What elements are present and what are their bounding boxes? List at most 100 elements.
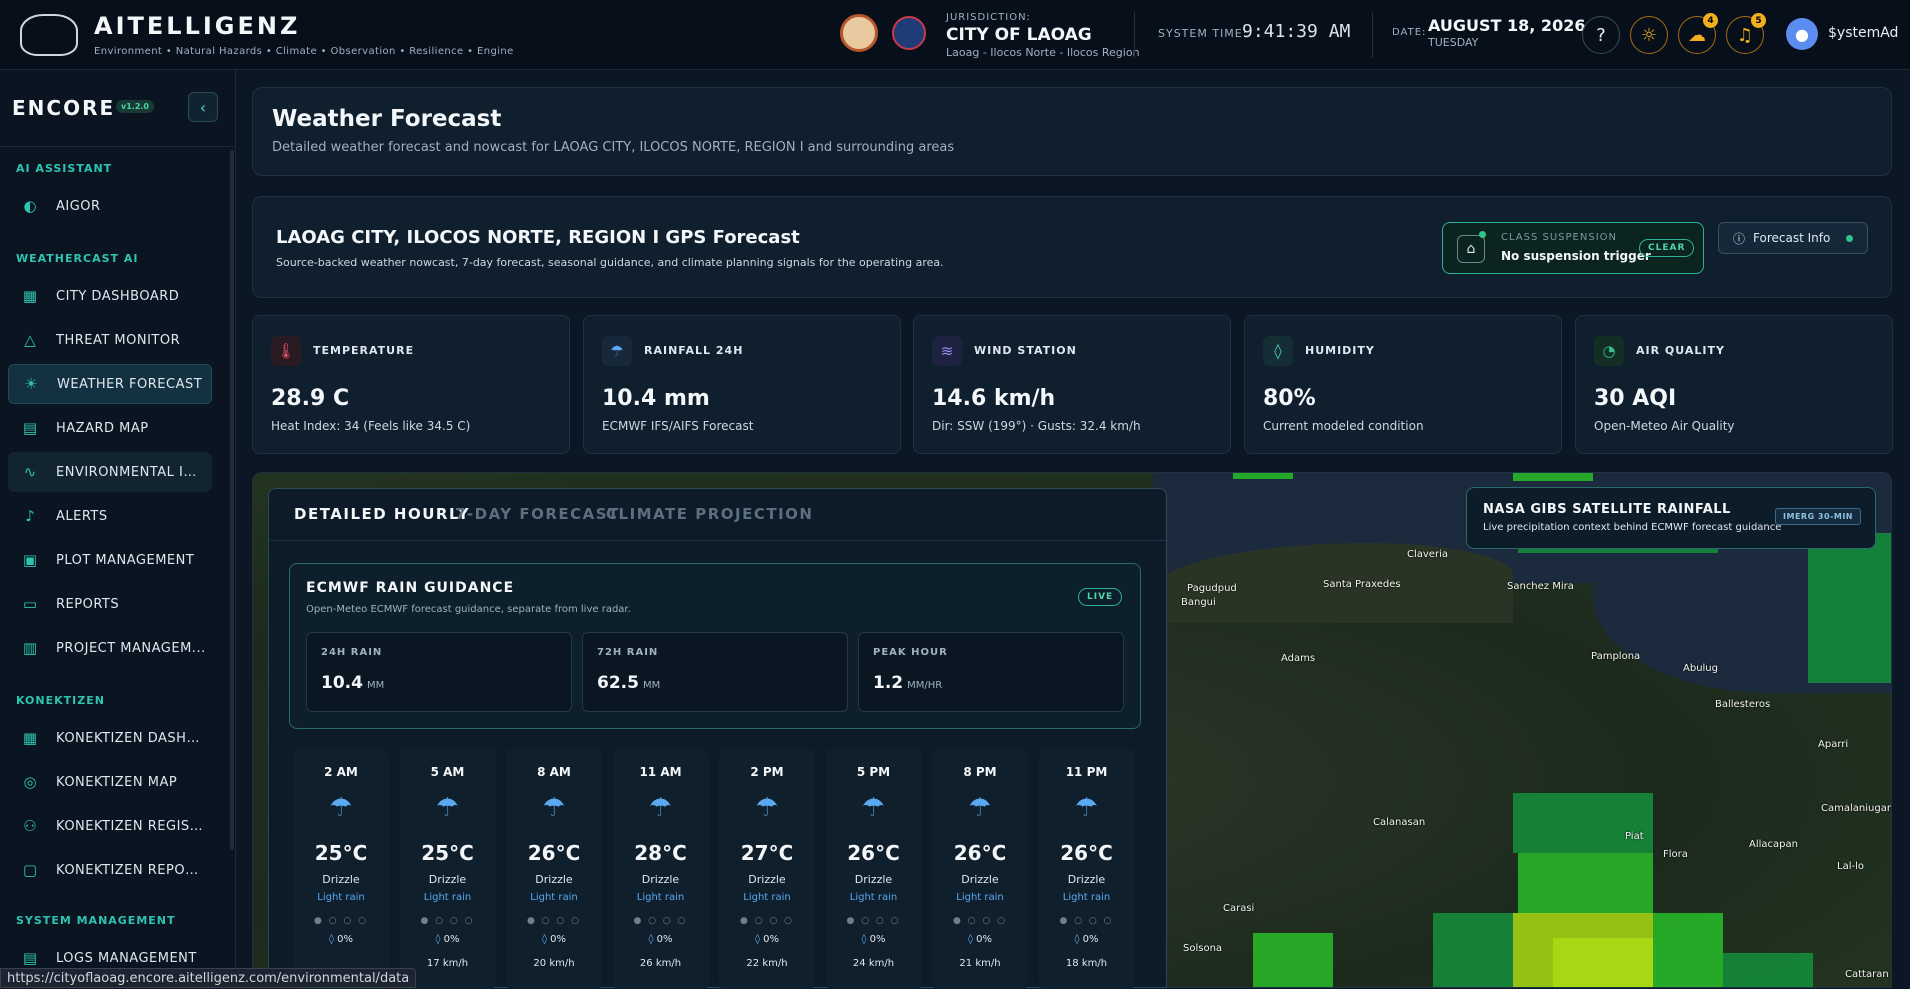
message-icon: ▢: [22, 861, 38, 879]
satellite-rainfall-card: NASA GIBS SATELLITE RAINFALL Live precip…: [1466, 487, 1876, 549]
map-label: Abulug: [1683, 663, 1718, 674]
hour-precip-prob: ◊ 0%: [755, 934, 779, 945]
sidebar-item-konektizen-registry[interactable]: ⚇ KONEKTIZEN REGIST...: [8, 806, 212, 846]
sidebar-item-city-dashboard[interactable]: ▦ CITY DASHBOARD: [8, 276, 212, 316]
map-label: Santa Praxedes: [1323, 579, 1401, 590]
sidebar-item-plot-management[interactable]: ▣ PLOT MANAGEMENT: [8, 540, 212, 580]
collapse-sidebar-button[interactable]: ‹: [188, 92, 218, 122]
user-name[interactable]: $ystemAd: [1828, 25, 1898, 41]
thermometer-icon: 🌡: [271, 336, 301, 366]
section-title: AI ASSISTANT: [16, 162, 113, 175]
droplet-icon: ◊: [1263, 336, 1293, 366]
user-avatar-icon[interactable]: ●: [1786, 18, 1818, 50]
bell-icon[interactable]: ♫ 5: [1726, 13, 1766, 54]
map-icon: ▤: [22, 419, 38, 437]
hour-temp: 26°C: [953, 841, 1007, 865]
rain-stat-label: 72H RAIN: [597, 647, 659, 658]
droplet-icon: ◊: [1074, 934, 1083, 945]
sidebar-logo: ENCORE: [12, 96, 116, 120]
metric-value: 28.9 C: [271, 386, 350, 411]
rain-cloud-icon[interactable]: ☁ 4: [1678, 13, 1718, 54]
sidebar: ENCORE v1.2.0 ‹ AI ASSISTANT ◐ AIGOR WEAT…: [0, 70, 236, 988]
tab-climate-projection[interactable]: CLIMATE PROJECTION: [606, 505, 813, 523]
hour-time: 8 PM: [963, 765, 997, 779]
live-badge: LIVE: [1078, 588, 1123, 606]
hourly-card: 8 AM ☂ 26°C Drizzle Light rain ● ○ ○ ○ ◊ 0% 20 …: [506, 749, 602, 989]
hour-time: 2 PM: [750, 765, 784, 779]
rain-cloud-icon: ☂: [542, 793, 566, 823]
hour-precip-prob: ◊ 0%: [435, 934, 460, 945]
hour-rain-desc: Light rain: [849, 892, 898, 903]
hour-precip-prob: ◊ 0%: [329, 934, 353, 945]
hour-temp: 25°C: [421, 841, 474, 865]
sidebar-item-konektizen-map[interactable]: ◎ KONEKTIZEN MAP: [8, 762, 212, 802]
sidebar-item-hazard-map[interactable]: ▤ HAZARD MAP: [8, 408, 212, 448]
droplet-icon: ◊: [861, 934, 870, 945]
sidebar-item-label: HAZARD MAP: [56, 420, 149, 436]
tab-detailed-hourly[interactable]: DETAILED HOURLY: [294, 505, 470, 523]
sidebar-item-alerts[interactable]: ♪ ALERTS: [8, 496, 212, 536]
hourly-card: 5 AM ☂ 25°C Drizzle Light rain ● ○ ○ ○ ◊ 0% 17 …: [399, 749, 496, 989]
rainfall-cell: [1513, 793, 1653, 853]
metric-label: WIND STATION: [974, 344, 1077, 357]
info-icon: ⓘ: [1733, 231, 1746, 246]
sidebar-item-weather-forecast[interactable]: ☀ WEATHER FORECAST: [8, 364, 212, 404]
system-time-label: SYSTEM TIME:: [1158, 27, 1248, 40]
map-label: Flora: [1663, 849, 1688, 860]
page-subtitle: Detailed weather forecast and nowcast fo…: [272, 140, 955, 155]
metric-sub: Current modeled condition: [1263, 419, 1424, 433]
rain-stat-label: 24H RAIN: [321, 647, 383, 658]
rainfall-cell: [1433, 913, 1513, 987]
map-label: Pamplona: [1591, 651, 1641, 662]
brain-logo-icon: [20, 14, 78, 56]
class-suspension-label: CLASS SUSPENSION: [1501, 232, 1617, 243]
metric-value: 80%: [1263, 386, 1316, 411]
user-plus-icon: ⚇: [23, 817, 37, 835]
forecast-panel: DETAILED HOURLY 7-DAY FORECAST CLIMATE P…: [268, 488, 1167, 989]
sidebar-item-label: ENVIRONMENTAL IN...: [56, 464, 206, 480]
sidebar-item-konektizen-reports[interactable]: ▢ KONEKTIZEN REPORTS: [8, 850, 212, 890]
sidebar-scrollbar[interactable]: [230, 150, 234, 850]
sidebar-item-label: KONEKTIZEN DASHB...: [56, 730, 206, 746]
weather-icon: ☀: [24, 375, 38, 393]
map-label: Piat: [1625, 831, 1644, 842]
status-dot: [1846, 235, 1853, 242]
hour-rain-desc: Light rain: [1062, 892, 1111, 903]
help-icon[interactable]: ?: [1582, 16, 1620, 54]
hour-wind: 21 km/h: [959, 958, 1001, 969]
rain-stat-24h: 24H RAIN 10.4 MM: [306, 632, 572, 712]
sidebar-item-konektizen-dashboard[interactable]: ▦ KONEKTIZEN DASHB...: [8, 718, 212, 758]
sidebar-item-reports[interactable]: ▭ REPORTS: [8, 584, 212, 624]
page-title: Weather Forecast: [272, 106, 502, 132]
dashboard-icon: ▦: [22, 287, 38, 305]
rain-intensity-icon: ● ○ ○ ○: [420, 916, 475, 926]
hourly-card: 11 PM ☂ 26°C Drizzle Light rain ● ○ ○ ○ ◊ 0% 18…: [1038, 749, 1135, 989]
satellite-subtitle: Live precipitation context behind ECMWF …: [1483, 522, 1782, 533]
hour-time: 5 AM: [430, 765, 465, 779]
map-label: Sanchez Mira: [1507, 581, 1574, 592]
hour-wind: 17 km/h: [426, 958, 469, 969]
sidebar-item-aigor[interactable]: ◐ AIGOR: [8, 186, 212, 226]
map-label: Camalaniugan: [1821, 803, 1892, 814]
sidebar-item-threat-monitor[interactable]: △ THREAT MONITOR: [8, 320, 212, 360]
hour-rain-desc: Light rain: [636, 892, 685, 903]
sun-icon[interactable]: ☼: [1630, 16, 1668, 54]
sidebar-item-environmental[interactable]: ∿ ENVIRONMENTAL IN...: [8, 452, 212, 492]
rain-cloud-icon: ☂: [755, 793, 779, 823]
sidebar-item-project-management[interactable]: ▥ PROJECT MANAGEM...: [8, 628, 212, 668]
forecast-info-button[interactable]: ⓘ Forecast Info: [1718, 222, 1868, 254]
metric-card-wind: ≋ WIND STATION 14.6 km/h Dir: SSW (199°)…: [913, 315, 1231, 454]
map-label: Lal-lo: [1837, 861, 1864, 872]
ai-icon: ◐: [23, 197, 37, 215]
hour-condition: Drizzle: [854, 873, 893, 886]
gps-subtitle: Source-backed weather nowcast, 7-day for…: [276, 256, 944, 269]
hour-wind: 24 km/h: [852, 958, 895, 969]
hour-precip-prob: ◊ 0%: [542, 934, 566, 945]
hour-condition: Drizzle: [428, 873, 467, 886]
class-suspension-card[interactable]: ⌂ CLASS SUSPENSION No suspension trigger…: [1442, 222, 1704, 274]
satellite-tag: IMERG 30-MIN: [1775, 508, 1861, 525]
rain-intensity-icon: ● ○ ○ ○: [953, 916, 1007, 926]
tab-7-day-forecast[interactable]: 7-DAY FORECAST: [455, 505, 620, 523]
rain-stat-value: 62.5 MM: [597, 673, 661, 693]
rain-cloud-icon: ☂: [861, 793, 886, 823]
